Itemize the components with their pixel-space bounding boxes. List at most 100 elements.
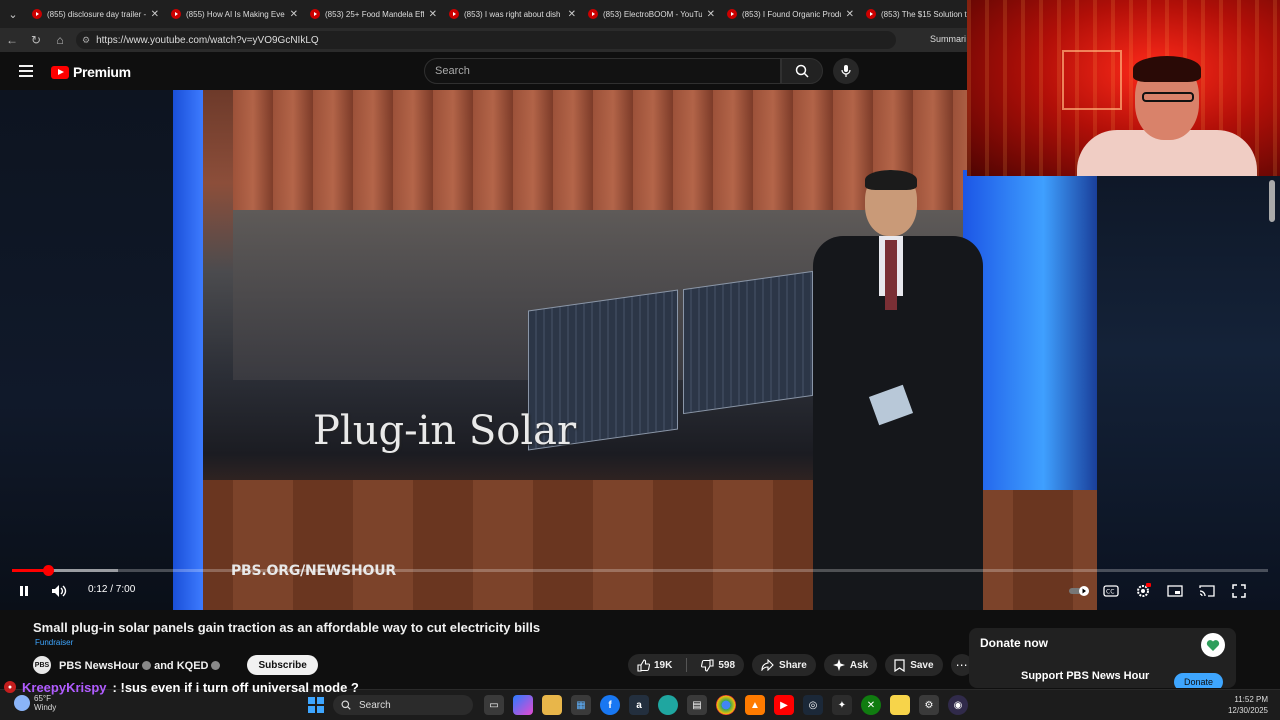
microphone-icon [841,65,851,77]
gear-icon [1137,583,1151,597]
autoplay-toggle[interactable] [1068,580,1090,602]
share-icon [761,659,774,671]
sticky-notes-icon[interactable] [890,695,910,715]
menu-icon[interactable] [19,65,33,77]
verified-icon [142,661,152,670]
stream-chat-message: ● KreepyKrispy : !sus even if i turn off… [4,678,359,696]
fullscreen-button[interactable] [1228,580,1250,602]
calculator-icon[interactable]: ▤ [687,695,707,715]
miniplayer-icon [1167,585,1183,597]
amazon-icon[interactable]: a [629,695,649,715]
search-icon [341,700,351,710]
ask-label: Ask [849,659,869,671]
voice-search-button[interactable] [833,58,859,84]
xbox-icon[interactable]: ✕ [861,695,881,715]
settings-app-icon[interactable]: ⚙ [919,695,939,715]
steam-icon[interactable]: ◎ [803,695,823,715]
weather-widget[interactable]: 65°F Windy [14,694,56,712]
summarize-extension-button[interactable]: Summari [930,34,966,44]
save-button[interactable]: Save [885,654,943,676]
ask-button[interactable]: Ask [823,654,878,676]
home-icon[interactable]: ⌂ [48,28,72,52]
windows-start-icon[interactable] [308,697,324,713]
search-button[interactable] [781,58,823,84]
logo-text: Premium [73,64,131,80]
pause-button[interactable] [14,580,34,602]
time-display: 0:12 / 7:00 [88,584,136,595]
channel-avatar[interactable]: PBS [33,656,51,674]
browser-tab[interactable]: (855) disclosure day trailer - ✕ [26,0,165,28]
video-actions: 19K 598 Share Ask Save ⋯ [628,654,973,676]
settings-button[interactable] [1132,580,1154,602]
obs-icon[interactable]: ◉ [948,695,968,715]
page-scrollbar[interactable] [1269,180,1275,222]
chat-username: KreepyKrispy [22,679,107,695]
browser-tab[interactable]: (853) I was right about dish ✕ [443,0,582,28]
youtube-favicon-icon [866,9,876,19]
taskbar-apps: ▭ ▦ f a ▤ ▲ ▶ ◎ ✦ ✕ ⚙ ◉ [484,695,968,715]
system-clock[interactable]: 11:52 PM 12/30/2025 [1224,694,1268,716]
donate-button[interactable]: Donate [1174,673,1224,688]
site-info-icon[interactable]: ⚙ [82,35,90,46]
save-label: Save [910,659,934,671]
miniplayer-button[interactable] [1164,580,1186,602]
share-button[interactable]: Share [752,654,816,676]
microsoft-store-icon[interactable]: ▦ [571,695,591,715]
captions-icon: CC [1103,585,1119,597]
chat-badge-icon: ● [4,681,16,693]
subscribe-button[interactable]: Subscribe [247,655,318,675]
video-frame[interactable]: Plug-in Solar [173,90,1097,610]
thumbs-up-icon [637,658,650,672]
task-view-icon[interactable]: ▭ [484,695,504,715]
chat-message-text: : !sus even if i turn off universal mode… [112,679,359,695]
reload-icon[interactable]: ↻ [24,28,48,52]
chrome-icon[interactable] [716,695,736,715]
taskbar-search[interactable]: Search [333,695,473,715]
news-anchor-image [813,170,983,610]
close-tab-icon[interactable]: ✕ [707,9,715,20]
browser-tab[interactable]: (855) How AI Is Making Ever ✕ [165,0,304,28]
close-tab-icon[interactable]: ✕ [846,9,854,20]
collab-channel[interactable]: and KQED [154,660,208,672]
share-label: Share [779,659,807,671]
close-tab-icon[interactable]: ✕ [290,9,298,20]
app-icon[interactable]: ✦ [832,695,852,715]
back-arrow-icon[interactable]: ← [0,28,24,52]
streamer-webcam [967,0,1280,176]
search-input[interactable]: Search [424,58,781,84]
copilot-icon[interactable] [513,695,533,715]
dislike-button[interactable]: 598 [692,654,744,676]
fundraiser-label[interactable]: Fundraiser [35,638,73,647]
close-tab-icon[interactable]: ✕ [568,9,576,20]
facebook-icon[interactable]: f [600,695,620,715]
scrubber-handle[interactable] [42,565,54,576]
url-field[interactable]: ⚙ https://www.youtube.com/watch?v=yVO9Gc… [76,31,896,49]
tab-search-chevron-icon[interactable]: ⌄ [0,0,26,28]
edge-browser-icon[interactable] [658,695,678,715]
progress-bar[interactable] [12,565,1268,576]
browser-tab[interactable]: (853) 25+ Food Mandela Eff ✕ [304,0,443,28]
captions-button[interactable]: CC [1100,580,1122,602]
youtube-favicon-icon [310,9,320,19]
file-explorer-icon[interactable] [542,695,562,715]
youtube-logo[interactable]: Premium [51,64,131,80]
browser-tab[interactable]: (853) ElectroBOOM - YouTu ✕ [582,0,721,28]
clock-date: 12/30/2025 [1227,706,1268,715]
channel-name[interactable]: PBS NewsHour [59,660,139,672]
solar-panel-image [683,270,813,415]
video-title: Small plug-in solar panels gain traction… [33,620,541,635]
close-tab-icon[interactable]: ✕ [151,9,159,20]
browser-tab[interactable]: (853) I Found Organic Produ ✕ [721,0,860,28]
autoplay-toggle-icon [1069,586,1089,596]
cast-icon [1199,585,1215,597]
close-tab-icon[interactable]: ✕ [429,9,437,20]
vlc-icon[interactable]: ▲ [745,695,765,715]
volume-button[interactable] [48,580,70,602]
youtube-app-icon[interactable]: ▶ [774,695,794,715]
cast-button[interactable] [1196,580,1218,602]
sparkle-icon [832,659,845,671]
pause-icon [20,586,28,596]
like-button[interactable]: 19K [628,654,681,676]
weather-condition: Windy [34,703,57,712]
heart-icon [1201,633,1225,657]
